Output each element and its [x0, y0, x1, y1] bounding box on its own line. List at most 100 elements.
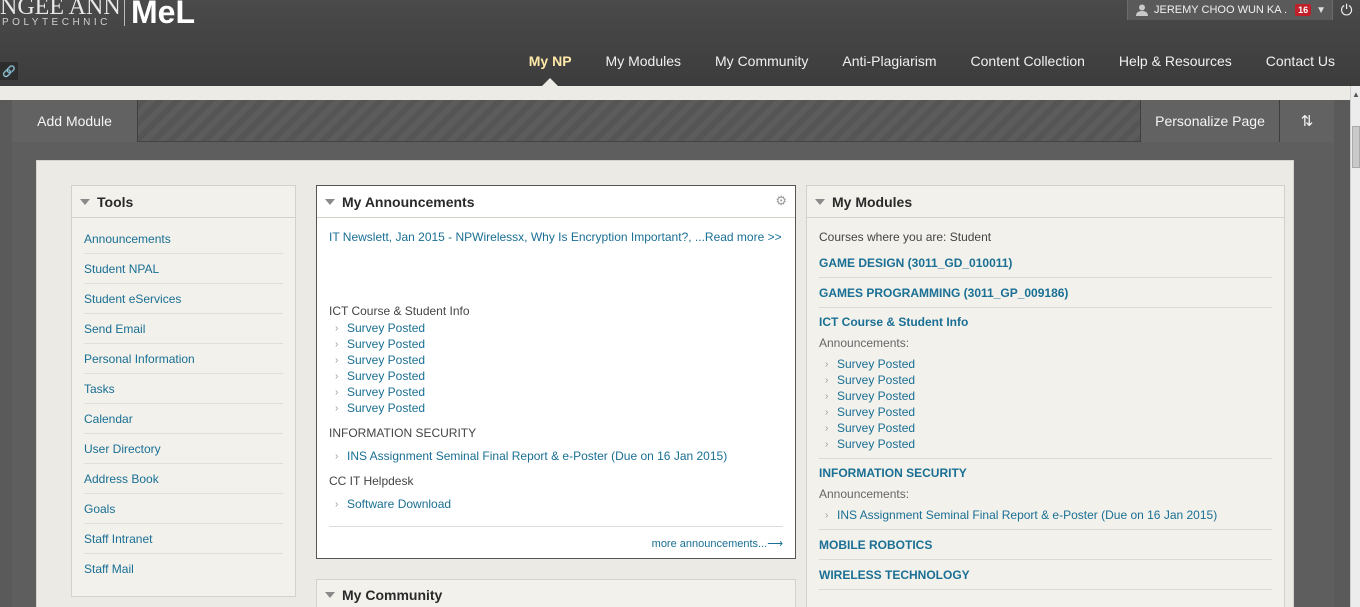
chevron-right-icon: ›	[825, 358, 829, 370]
list-item[interactable]: › Survey Posted	[825, 404, 1272, 420]
power-icon[interactable]: ⏻	[1332, 0, 1360, 20]
user-name: JEREMY CHOO WUN KA .	[1154, 4, 1288, 16]
list-item[interactable]: › Survey Posted	[335, 336, 783, 352]
announcement-link[interactable]: Software Download	[347, 497, 451, 511]
chevron-right-icon: ›	[335, 322, 339, 334]
modules-subtitle: Courses where you are: Student	[819, 230, 992, 244]
list-item[interactable]: › Survey Posted	[335, 384, 783, 400]
chevron-right-icon: ›	[825, 390, 829, 402]
tool-link[interactable]: Calendar	[84, 404, 283, 434]
announcements-title[interactable]: My Announcements	[317, 186, 795, 218]
nav-contact-us[interactable]: Contact Us	[1249, 50, 1360, 86]
announcement-link[interactable]: Survey Posted	[347, 321, 425, 335]
announcement-link[interactable]: Survey Posted	[837, 405, 915, 419]
course-link[interactable]: ICT Course & Student Info	[819, 308, 1272, 336]
course-link[interactable]: WIRELESS TECHNOLOGY	[819, 560, 1272, 590]
tool-link[interactable]: Staff Mail	[84, 554, 283, 584]
course-block: ICT Course & Student Info Announcements:…	[819, 308, 1272, 459]
announcement-link[interactable]: INS Assignment Seminal Final Report & e-…	[347, 449, 727, 463]
list-item[interactable]: › Software Download	[335, 496, 783, 512]
announcement-group-heading: ICT Course & Student Info	[329, 304, 470, 318]
chevron-right-icon: ›	[335, 354, 339, 366]
my-modules-body: Courses where you are: Student GAME DESI…	[807, 218, 1284, 590]
user-menu[interactable]: JEREMY CHOO WUN KA . 16 ▼	[1127, 0, 1332, 20]
personalize-page-button[interactable]: Personalize Page	[1140, 100, 1280, 142]
tool-link[interactable]: Staff Intranet	[84, 524, 283, 554]
course-link[interactable]: GAME DESIGN (3011_GD_010011)	[819, 248, 1272, 278]
announcement-link[interactable]: Survey Posted	[837, 357, 915, 371]
scroll-up-icon[interactable]: ▲	[1352, 90, 1360, 99]
gear-icon[interactable]: ⚙	[775, 193, 787, 209]
announcement-link[interactable]: Survey Posted	[837, 373, 915, 387]
add-module-button[interactable]: Add Module	[12, 100, 138, 142]
scroll-thumb[interactable]	[1352, 126, 1360, 168]
list-item[interactable]: › Survey Posted	[335, 368, 783, 384]
logo[interactable]: NGEE ANN POLYTECHNIC MeL	[0, 0, 195, 30]
collapse-icon[interactable]	[325, 198, 335, 205]
announcement-link[interactable]: Survey Posted	[347, 337, 425, 351]
announcement-group-heading: CC IT Helpdesk	[329, 474, 414, 488]
tools-title[interactable]: Tools	[72, 186, 295, 218]
module-area: Tools Announcements Student NPAL Student…	[36, 160, 1294, 607]
nav-my-np[interactable]: My NP	[512, 50, 589, 87]
announcement-link[interactable]: Survey Posted	[837, 437, 915, 451]
announcement-link[interactable]: Survey Posted	[347, 353, 425, 367]
community-title[interactable]: My Community	[317, 580, 795, 607]
chevron-down-icon[interactable]: ▼	[1316, 5, 1326, 16]
list-item[interactable]: › Survey Posted	[335, 400, 783, 416]
tool-link[interactable]: Tasks	[84, 374, 283, 404]
list-item[interactable]: › Survey Posted	[335, 320, 783, 336]
announcement-link[interactable]: Survey Posted	[347, 369, 425, 383]
chevron-right-icon: ›	[335, 498, 339, 510]
page-scrollbar[interactable]: ▲	[1350, 86, 1360, 607]
tool-link[interactable]: Send Email	[84, 314, 283, 344]
announcement-link[interactable]: Survey Posted	[347, 385, 425, 399]
list-item[interactable]: › Survey Posted	[825, 388, 1272, 404]
announcement-link[interactable]: Survey Posted	[837, 421, 915, 435]
app-name: MeL	[131, 0, 195, 30]
notification-badge[interactable]: 16	[1295, 4, 1312, 16]
chevron-right-icon: ›	[335, 338, 339, 350]
announcement-list: › Software Download	[335, 496, 783, 512]
nav-my-community[interactable]: My Community	[698, 50, 825, 86]
collapse-icon[interactable]	[325, 592, 335, 598]
list-item[interactable]: › Survey Posted	[825, 356, 1272, 372]
header-band	[0, 86, 1360, 100]
more-announcements-link[interactable]: more announcements...⟶	[329, 526, 783, 550]
nav-content-collection[interactable]: Content Collection	[954, 50, 1102, 86]
tool-link[interactable]: Goals	[84, 494, 283, 524]
list-item[interactable]: › Survey Posted	[825, 420, 1272, 436]
tool-link[interactable]: Announcements	[84, 224, 283, 254]
tools-title-label: Tools	[97, 193, 134, 210]
course-link[interactable]: GAMES PROGRAMMING (3011_GP_009186)	[819, 278, 1272, 308]
course-link[interactable]: MOBILE ROBOTICS	[819, 530, 1272, 560]
list-item[interactable]: › Survey Posted	[335, 352, 783, 368]
chevron-right-icon: ›	[335, 370, 339, 382]
nav-anti-plagiarism[interactable]: Anti-Plagiarism	[825, 50, 953, 86]
tool-link[interactable]: Address Book	[84, 464, 283, 494]
reorder-icon[interactable]: ⇅	[1280, 100, 1334, 142]
nav-my-modules[interactable]: My Modules	[589, 50, 698, 86]
chevron-right-icon: ›	[335, 386, 339, 398]
my-modules-title[interactable]: My Modules	[807, 186, 1284, 218]
collapse-icon[interactable]	[80, 198, 90, 205]
link-icon[interactable]: 🔗	[0, 62, 18, 80]
school-logo: NGEE ANN POLYTECHNIC	[0, 0, 122, 30]
list-item[interactable]: › Survey Posted	[825, 436, 1272, 452]
announcement-link[interactable]: INS Assignment Seminal Final Report & e-…	[837, 508, 1217, 522]
course-link[interactable]: INFORMATION SECURITY	[819, 459, 1272, 487]
community-title-label: My Community	[342, 587, 443, 603]
nav-help-resources[interactable]: Help & Resources	[1102, 50, 1249, 86]
tool-link[interactable]: Student NPAL	[84, 254, 283, 284]
tool-link[interactable]: User Directory	[84, 434, 283, 464]
list-item[interactable]: › INS Assignment Seminal Final Report & e…	[335, 448, 783, 464]
collapse-icon[interactable]	[815, 198, 825, 205]
tool-link[interactable]: Student eServices	[84, 284, 283, 314]
tool-link[interactable]: Personal Information	[84, 344, 283, 374]
list-item[interactable]: › INS Assignment Seminal Final Report & e…	[825, 507, 1272, 523]
community-module: My Community	[316, 579, 796, 607]
announcement-link[interactable]: Survey Posted	[837, 389, 915, 403]
list-item[interactable]: › Survey Posted	[825, 372, 1272, 388]
newsletter-link[interactable]: IT Newslett, Jan 2015 - NPWirelessx, Why…	[329, 230, 783, 300]
announcement-link[interactable]: Survey Posted	[347, 401, 425, 415]
